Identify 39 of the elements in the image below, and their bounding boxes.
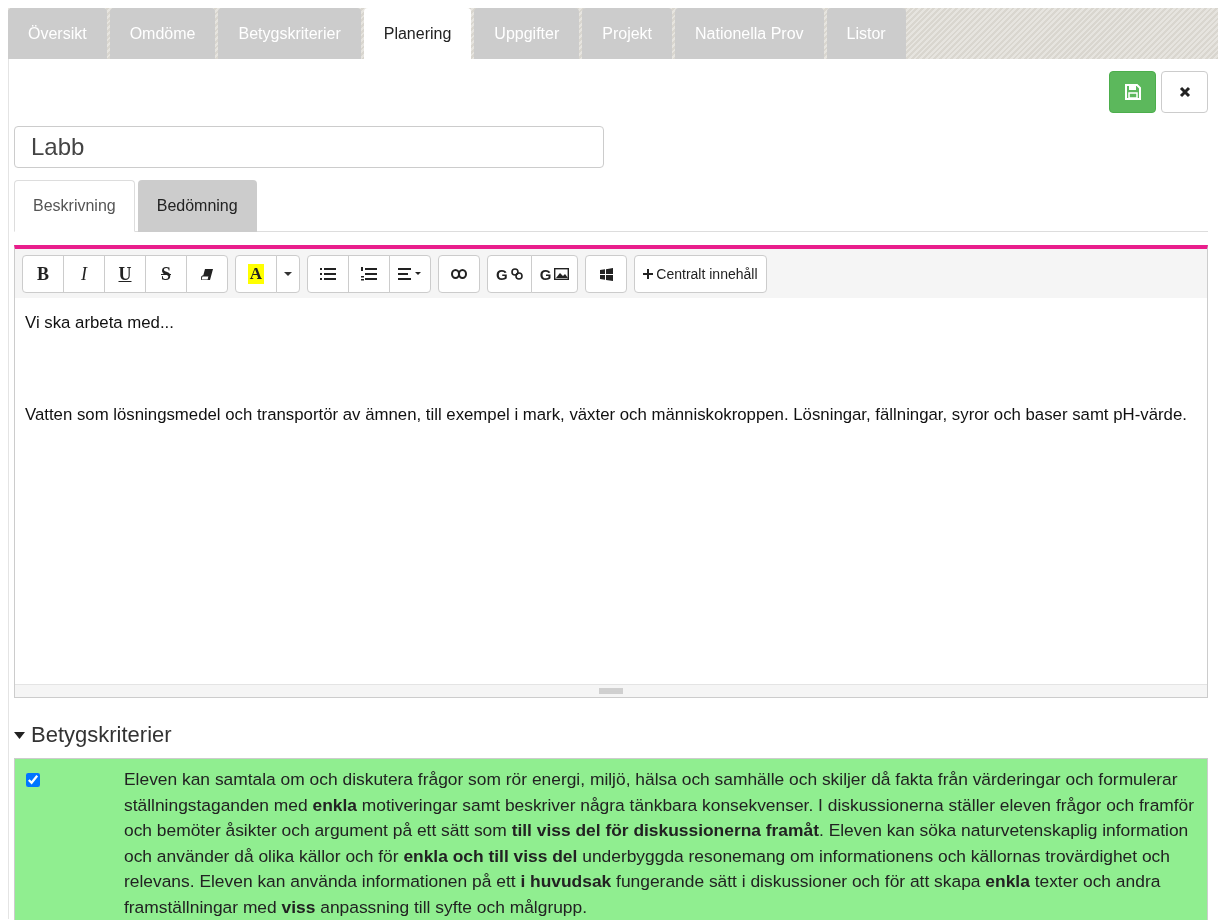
italic-button[interactable]: I xyxy=(63,255,105,293)
save-button[interactable] xyxy=(1109,71,1156,113)
checkbox[interactable] xyxy=(26,773,40,787)
close-button[interactable] xyxy=(1161,71,1208,113)
eraser-button[interactable] xyxy=(186,255,228,293)
bullet-list-button[interactable] xyxy=(307,255,349,293)
caret-icon xyxy=(284,272,292,276)
tab[interactable]: Bedömning xyxy=(137,180,257,232)
paragraph: Vatten som lösningsmedel och transportör av ämnen, till exempel i mark, växter och människokroppen. Lösningar, fällningar, syror och baser samt pH-värde. xyxy=(25,404,1188,426)
bold-button[interactable]: B xyxy=(22,255,64,293)
close-icon xyxy=(1178,86,1191,98)
align-icon xyxy=(398,268,422,280)
criterion-text: Eleven kan samtala om och diskutera frågor som rör energi, miljö, hälsa och samhälle och skiljer då fakta från värderingar och formulerar ställningstaganden med enkla motiveringar samt beskriver några tänkbara konsekvenser. I diskussionerna ställer eleven frågor och framför och bemöter åsikter och argument på ett sätt som till viss del för diskussionerna framåt. Eleven kan söka naturvetenskaplig information och använder då olika källor och för enkla och till viss del underbyggda resonemang om informationens och källornas trovärdighet och relevans. Eleven kan använda informationen på ett i huvudsak fungerande sätt i diskussioner och för att skapa enkla texter och andra framställningar med viss anpassning till syfte och målgrupp. xyxy=(124,768,1196,919)
numbered-list-button[interactable] xyxy=(348,255,390,293)
numbered-list-icon xyxy=(361,267,377,281)
google-link-button[interactable]: G xyxy=(487,255,532,293)
windows-button[interactable] xyxy=(585,255,628,293)
eraser-icon xyxy=(201,268,213,280)
windows-icon xyxy=(599,267,613,281)
tab[interactable]: Beskrivning xyxy=(14,180,135,232)
paragraph: Vi ska arbeta med... xyxy=(25,312,175,334)
plus-icon xyxy=(643,269,654,279)
highlight-button[interactable]: A xyxy=(235,255,277,293)
align-button[interactable] xyxy=(389,255,431,293)
dropdown-button[interactable] xyxy=(276,255,300,293)
resize-grip-icon[interactable] xyxy=(599,688,623,694)
tab[interactable]: Planering xyxy=(363,8,472,59)
central-content-button[interactable]: Centralt innehåll xyxy=(634,255,767,293)
image-icon xyxy=(554,268,570,280)
google-image-button[interactable]: G xyxy=(530,255,579,293)
strikethrough-button[interactable]: S xyxy=(145,255,187,293)
link-icon xyxy=(510,268,523,280)
bullet-list-icon xyxy=(320,268,336,280)
section-toggle[interactable]: Betygskriterier xyxy=(14,722,172,748)
underline-button[interactable]: U xyxy=(104,255,146,293)
link-icon xyxy=(451,269,467,279)
link-button[interactable] xyxy=(438,255,480,293)
title-field[interactable]: Labb xyxy=(14,126,604,168)
caret-icon xyxy=(14,731,25,739)
